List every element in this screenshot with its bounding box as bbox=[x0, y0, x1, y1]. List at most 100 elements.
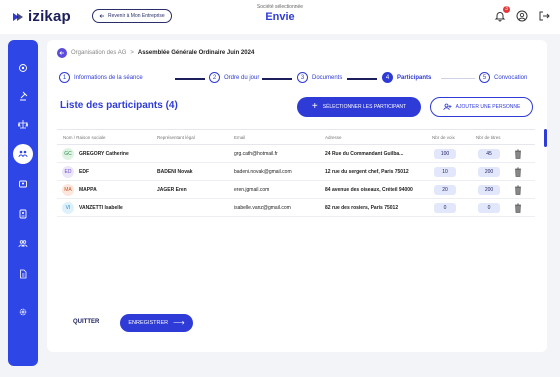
save-button[interactable]: ENREGISTRER ⟶ bbox=[120, 314, 193, 332]
avatar-initials: ED bbox=[64, 169, 72, 175]
plus-icon: + bbox=[311, 101, 318, 112]
avatar: GC bbox=[62, 148, 74, 160]
sidebar bbox=[8, 40, 38, 366]
quit-button[interactable]: QUITTER bbox=[73, 319, 99, 325]
avatar-initials: VI bbox=[65, 205, 71, 211]
step-number: 5 bbox=[479, 72, 490, 83]
select-participants-label: SÉLECTIONNER LES PARTICIPANT bbox=[322, 104, 407, 110]
step-participants[interactable]: 4 Participants bbox=[382, 72, 431, 83]
participant-email: eren.jgmail.com bbox=[234, 187, 270, 193]
scale-icon bbox=[18, 120, 28, 129]
breadcrumb-back-button[interactable] bbox=[57, 48, 67, 58]
back-to-company-button[interactable]: Revenir à Mon Entreprise bbox=[92, 9, 172, 23]
votes-field[interactable]: 0 bbox=[434, 203, 456, 213]
participant-email: isabelle.vanz@gmail.com bbox=[234, 205, 291, 211]
participants-table: Nom / Raison sociale Représentant légal … bbox=[57, 129, 535, 217]
table-body: GC GREGORY Catherine grg.cath@hotmail.fr… bbox=[57, 145, 535, 217]
sidebar-item-contacts[interactable] bbox=[13, 204, 33, 224]
titles-value: 45 bbox=[486, 151, 492, 157]
top-bar: izikap Revenir à Mon Entreprise Société … bbox=[0, 0, 560, 34]
step-label: Informations de la séance bbox=[74, 74, 143, 81]
trash-icon[interactable] bbox=[514, 185, 522, 195]
votes-value: 10 bbox=[442, 169, 448, 175]
votes-field[interactable]: 100 bbox=[434, 149, 456, 159]
titles-field[interactable]: 45 bbox=[478, 149, 500, 159]
column-header-votes: Nbr de voix bbox=[432, 135, 455, 140]
avatar: MA bbox=[62, 184, 74, 196]
participant-address: 24 Rue du Commandant Guilba... bbox=[325, 151, 404, 157]
step-informations[interactable]: 1 Informations de la séance bbox=[59, 72, 143, 83]
logout-button[interactable] bbox=[538, 9, 550, 21]
titles-field[interactable]: 0 bbox=[478, 203, 500, 213]
sidebar-item-settings[interactable] bbox=[13, 58, 33, 78]
participant-name: EDF bbox=[79, 169, 89, 175]
step-connector bbox=[262, 78, 292, 80]
avatar-initials: GC bbox=[64, 151, 72, 157]
notifications-button[interactable]: 3 bbox=[494, 6, 510, 22]
company-name: Envie bbox=[265, 11, 295, 23]
step-label: Participants bbox=[397, 74, 432, 81]
document-icon bbox=[20, 269, 27, 279]
step-number: 4 bbox=[382, 72, 393, 83]
step-convocation[interactable]: 5 Convocation bbox=[479, 72, 527, 83]
sidebar-item-settings-gear[interactable] bbox=[13, 302, 33, 322]
breadcrumb: Organisation des AG > Assemblée Générale… bbox=[57, 48, 254, 58]
table-row[interactable]: ED EDF BADENI Novak badeni.novak@gmail.c… bbox=[57, 163, 535, 181]
column-header-email: Email bbox=[234, 135, 246, 140]
sidebar-item-assembly[interactable] bbox=[13, 144, 33, 164]
add-person-label: AJOUTER UNE PERSONNE bbox=[455, 104, 521, 110]
logout-icon bbox=[539, 11, 550, 21]
votes-value: 20 bbox=[442, 187, 448, 193]
sidebar-item-documents[interactable] bbox=[13, 264, 33, 284]
participant-name: MAPPA bbox=[79, 187, 97, 193]
table-header: Nom / Raison sociale Représentant légal … bbox=[57, 129, 535, 145]
main-panel: Organisation des AG > Assemblée Générale… bbox=[47, 40, 547, 352]
user-circle-icon bbox=[516, 10, 528, 22]
titles-value: 200 bbox=[484, 169, 494, 175]
sidebar-item-users-group[interactable] bbox=[13, 174, 33, 194]
add-person-button[interactable]: AJOUTER UNE PERSONNE bbox=[430, 97, 533, 117]
app-logo[interactable]: izikap bbox=[12, 8, 71, 25]
step-ordre-du-jour[interactable]: 2 Ordre du jour bbox=[209, 72, 259, 83]
app-name: izikap bbox=[28, 8, 71, 25]
step-connector bbox=[175, 78, 205, 80]
breadcrumb-parent[interactable]: Organisation des AG bbox=[71, 50, 126, 56]
titles-field[interactable]: 200 bbox=[478, 185, 500, 195]
titles-field[interactable]: 200 bbox=[478, 167, 500, 177]
trash-icon[interactable] bbox=[514, 203, 522, 213]
gear-icon bbox=[19, 308, 27, 316]
sidebar-item-gavel[interactable] bbox=[13, 86, 33, 106]
table-row[interactable]: VI VANZETTI Isabelle isabelle.vanz@gmail… bbox=[57, 199, 535, 217]
votes-field[interactable]: 20 bbox=[434, 185, 456, 195]
participant-address: 84 avenue des oiseaux, Créteil 94000 bbox=[325, 187, 413, 193]
avatar: VI bbox=[62, 202, 74, 214]
arrow-right-icon: ⟶ bbox=[173, 318, 185, 327]
assembly-icon bbox=[18, 150, 28, 158]
sidebar-item-people[interactable] bbox=[13, 234, 33, 254]
breadcrumb-separator: > bbox=[130, 50, 134, 56]
column-header-representative: Représentant légal bbox=[157, 135, 195, 140]
step-label: Documents bbox=[312, 74, 343, 81]
participant-email: badeni.novak@gmail.com bbox=[234, 169, 292, 175]
settings-icon bbox=[19, 64, 27, 72]
breadcrumb-current: Assemblée Générale Ordinaire Juin 2024 bbox=[137, 50, 255, 56]
step-label: Convocation bbox=[494, 74, 528, 81]
table-scrollbar[interactable] bbox=[544, 129, 547, 147]
trash-icon[interactable] bbox=[514, 167, 522, 177]
company-caption: Société sélectionnée bbox=[256, 4, 304, 10]
legal-representative: BADENI Novak bbox=[157, 169, 193, 175]
step-number: 2 bbox=[209, 72, 220, 83]
step-documents[interactable]: 3 Documents bbox=[297, 72, 342, 83]
header-actions: 3 bbox=[494, 6, 550, 22]
account-button[interactable] bbox=[516, 9, 528, 22]
participant-name: GREGORY Catherine bbox=[79, 151, 129, 157]
avatar-initials: MA bbox=[64, 187, 72, 193]
sidebar-item-scale[interactable] bbox=[13, 114, 33, 134]
table-row[interactable]: GC GREGORY Catherine grg.cath@hotmail.fr… bbox=[57, 145, 535, 163]
table-row[interactable]: MA MAPPA JAGER Eren eren.jgmail.com 84 a… bbox=[57, 181, 535, 199]
votes-field[interactable]: 10 bbox=[434, 167, 456, 177]
select-participants-button[interactable]: + SÉLECTIONNER LES PARTICIPANT bbox=[297, 97, 421, 117]
participant-address: 82 rue des rosiers, Paris 75012 bbox=[325, 205, 399, 211]
column-header-name: Nom / Raison sociale bbox=[63, 135, 106, 140]
trash-icon[interactable] bbox=[514, 149, 522, 159]
